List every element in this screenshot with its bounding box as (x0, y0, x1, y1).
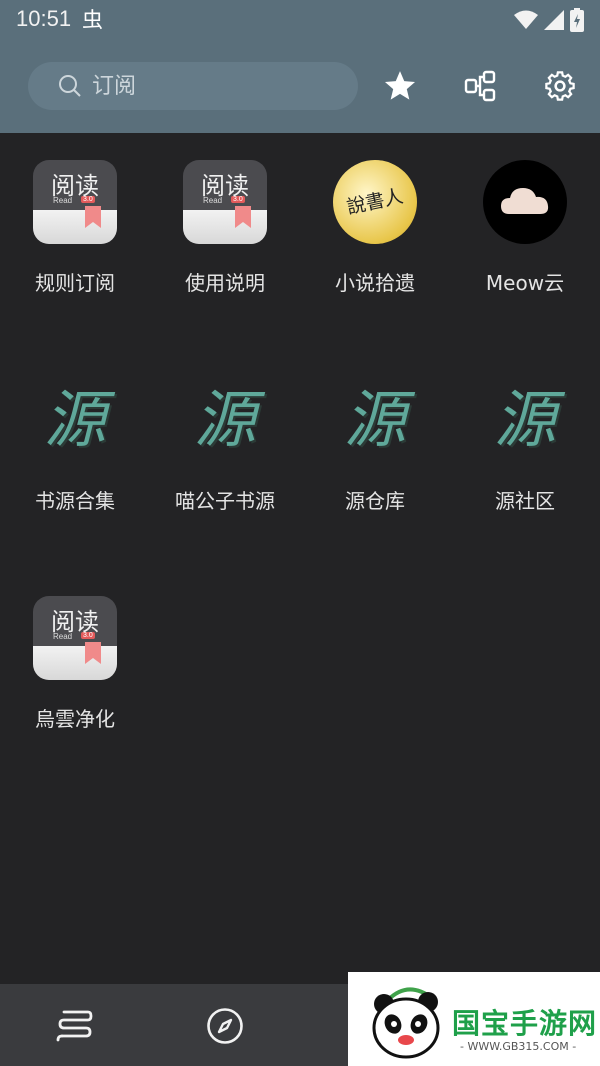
yuedu-app-icon: 阅读 Read 3.0 (33, 160, 117, 244)
grid-item[interactable]: 阅读 Read 3.0 规则订阅 (0, 160, 150, 296)
grid-item[interactable]: 說書人 小说拾遗 (300, 160, 450, 296)
panda-icon (372, 987, 440, 1059)
search-icon (59, 75, 81, 97)
compass-icon (207, 1008, 243, 1044)
grid-item[interactable]: 源 书源合集 (0, 378, 150, 514)
grid-item-label: 规则订阅 (35, 271, 115, 295)
cloud-icon (483, 160, 567, 244)
hierarchy-icon (464, 70, 496, 102)
battery-icon (570, 8, 584, 32)
nav-discover[interactable] (205, 1006, 245, 1046)
grid-item-label: 源社区 (495, 489, 555, 513)
bug-notification-icon: 虫 (82, 8, 103, 32)
grid-item-label: 使用说明 (185, 271, 265, 295)
wifi-icon (514, 10, 538, 29)
grid-item-label: 源仓库 (345, 489, 405, 513)
status-time: 10:51 (16, 6, 72, 31)
bookshelf-icon (56, 1010, 93, 1042)
settings-button[interactable] (542, 68, 578, 104)
yuedu-app-icon: 阅读 Read 3.0 (33, 596, 117, 680)
grid-item[interactable]: 阅读 Read 3.0 使用说明 (150, 160, 300, 296)
nav-bookshelf[interactable] (55, 1006, 95, 1046)
search-input[interactable] (90, 72, 334, 100)
signal-icon (544, 10, 564, 30)
grid-item[interactable]: 源 源仓库 (300, 378, 450, 514)
grid-item[interactable]: 源 源社区 (450, 378, 600, 514)
source-structure-button[interactable] (462, 68, 498, 104)
watermark-logo: 国宝手游网 - WWW.GB315.COM - (348, 972, 600, 1066)
grid-item[interactable]: Meow云 (450, 160, 600, 296)
status-bar: 10:51 虫 (0, 0, 600, 40)
header-bar: 10:51 虫 (0, 0, 600, 133)
search-field[interactable] (28, 62, 358, 110)
yuedu-app-icon: 阅读 Read 3.0 (183, 160, 267, 244)
grid-item-label: 喵公子书源 (175, 489, 275, 513)
grid-item-label: 烏雲净化 (35, 707, 115, 731)
grid-item[interactable]: 阅读 Read 3.0 烏雲净化 (0, 596, 150, 732)
grid-item-label: Meow云 (485, 271, 565, 295)
grid-item[interactable]: 源 喵公子书源 (150, 378, 300, 514)
yuan-calligraphy-icon: 源 (193, 383, 256, 456)
watermark-url: - WWW.GB315.COM - (460, 1040, 577, 1053)
star-icon (384, 71, 416, 100)
grid-item-label: 书源合集 (35, 489, 115, 513)
watermark-title: 国宝手游网 (452, 1007, 598, 1040)
storyteller-icon: 說書人 (333, 160, 417, 244)
favorites-button[interactable] (382, 68, 418, 104)
gear-icon (545, 71, 575, 101)
grid-item-label: 小说拾遗 (335, 271, 415, 295)
status-icons (514, 8, 584, 32)
yuan-calligraphy-icon: 源 (493, 383, 556, 456)
yuan-calligraphy-icon: 源 (343, 383, 406, 456)
yuan-calligraphy-icon: 源 (43, 383, 106, 456)
